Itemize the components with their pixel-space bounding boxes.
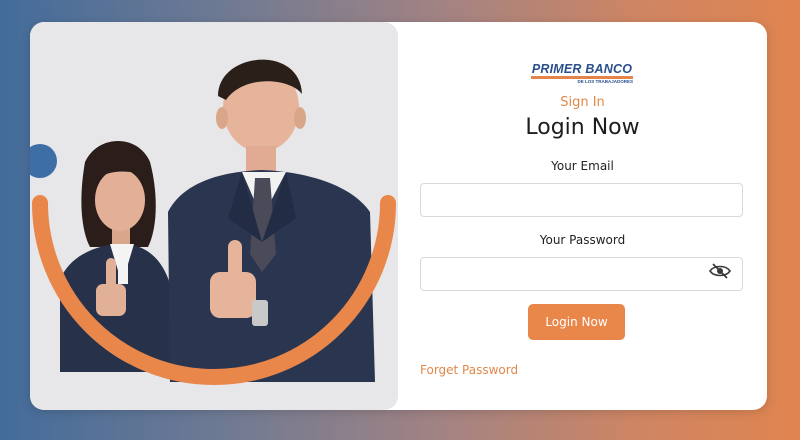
bank-logo-tagline: DE LOS TRABAJADORES [577,79,633,84]
login-form-panel: PRIMER BANCO DE LOS TRABAJADORES Sign In… [398,22,767,410]
login-card: PRIMER BANCO DE LOS TRABAJADORES Sign In… [30,22,767,410]
hero-illustration [30,59,396,385]
decorative-blue-dot [30,144,57,178]
bank-logo-name: PRIMER BANCO [531,62,633,76]
eye-slash-icon[interactable] [709,263,731,279]
sign-in-kicker: Sign In [560,95,605,110]
password-label: Your Password [539,233,626,247]
email-label: Your Email [551,159,614,173]
page-title: Login Now [525,115,640,140]
login-button[interactable]: Login Now [528,304,625,340]
email-field[interactable] [420,183,743,217]
password-field[interactable] [420,257,743,291]
man-figure [168,59,375,382]
forget-password-link[interactable]: Forget Password [420,363,518,377]
hero-photo-panel [30,22,398,410]
bank-logo: PRIMER BANCO DE LOS TRABAJADORES [531,63,633,85]
